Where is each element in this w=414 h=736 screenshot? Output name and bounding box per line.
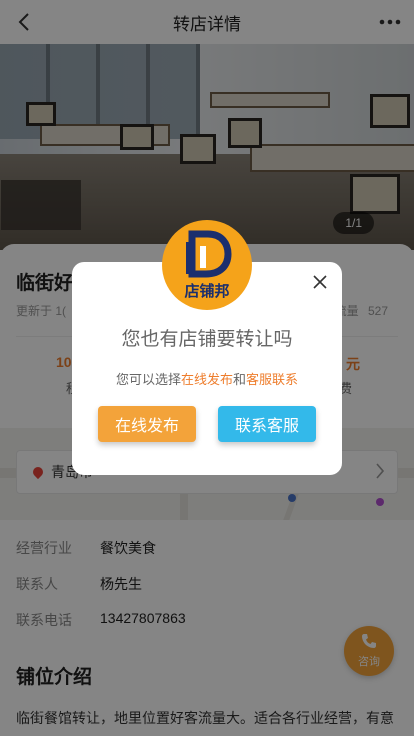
modal-sub-prefix: 您可以选择 xyxy=(115,372,181,387)
modal-subtext: 您可以选择在线发布和客服联系 xyxy=(72,369,342,388)
contact-service-button[interactable]: 联系客服 xyxy=(218,406,316,442)
modal-sub-link-service: 客服联系 xyxy=(246,372,299,387)
modal-sub-link-publish: 在线发布 xyxy=(180,372,233,387)
modal-sub-and: 和 xyxy=(233,372,247,387)
logo-text: 店铺邦 xyxy=(184,283,230,300)
close-icon[interactable] xyxy=(310,272,330,292)
brand-logo: 店铺邦 xyxy=(162,220,252,310)
modal-headline: 您也有店铺要转让吗 xyxy=(121,329,293,350)
publish-online-button[interactable]: 在线发布 xyxy=(98,406,196,442)
